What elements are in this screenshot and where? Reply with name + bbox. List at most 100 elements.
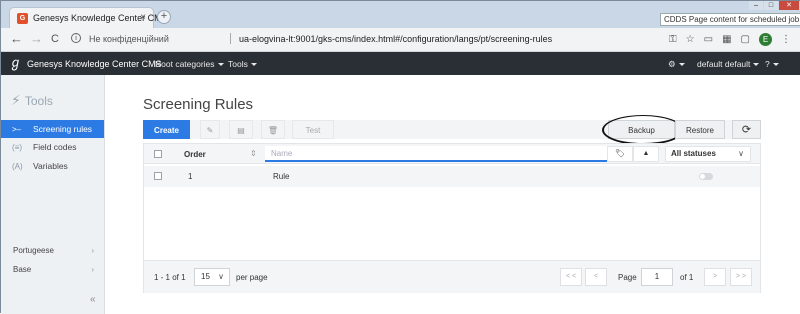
sidebar: ⚡ Tools >– Screening rules (≡) Field codes … <box>1 75 105 314</box>
help-icon: ? <box>765 59 770 69</box>
first-page-button[interactable]: < < <box>560 268 582 286</box>
chevron-right-icon: › <box>91 246 94 255</box>
field-codes-icon: (≡) <box>12 143 22 152</box>
window-controls: – □ ✕ <box>748 1 799 11</box>
genesys-logo-icon[interactable]: ℊ <box>9 56 22 70</box>
user-menu[interactable]: default default <box>697 59 760 69</box>
menu-tools[interactable]: Tools <box>228 59 257 69</box>
row-checkbox[interactable] <box>154 172 162 180</box>
tab-title: Genesys Knowledge Center CMS <box>33 13 168 23</box>
column-order[interactable]: Order <box>184 150 206 159</box>
rules-table: Order ⇕ Name 🏷 ▲ All statuses ∨ 1 Rule 1 … <box>143 143 761 293</box>
sort-direction-button[interactable]: ▲ <box>633 146 659 162</box>
sidebar-item-label: Variables <box>33 161 68 171</box>
sidebar-item-screening-rules[interactable]: >– Screening rules <box>1 120 104 138</box>
chevron-down-icon <box>250 63 257 67</box>
chevron-right-icon: › <box>91 265 94 274</box>
row-order: 1 <box>188 172 193 181</box>
browser-toolbar: ← → C i Не конфіденційний ua-elogvina-lt… <box>1 28 800 52</box>
language-selector[interactable]: Portugeese › <box>1 242 104 260</box>
tab-close-icon[interactable]: × <box>140 12 146 23</box>
document-icon: ▤ <box>237 126 245 135</box>
browser-tab[interactable]: G Genesys Knowledge Center CMS × <box>9 7 168 28</box>
variables-icon: (A) <box>12 162 23 171</box>
help-menu[interactable]: ? <box>765 59 779 69</box>
screening-rules-icon: >– <box>12 125 22 134</box>
test-button[interactable]: Test <box>292 120 334 139</box>
tag-filter-button[interactable]: 🏷 <box>607 146 633 162</box>
table-header: Order ⇕ Name 🏷 ▲ All statuses ∨ <box>144 144 760 164</box>
refresh-button[interactable]: ⟳ <box>732 120 761 139</box>
gear-icon: ⚙ <box>668 59 676 69</box>
menu-root-categories[interactable]: Root categories <box>155 59 224 69</box>
star-icon[interactable]: ☆ <box>686 34 695 46</box>
maximize-button[interactable]: □ <box>764 1 778 10</box>
status-filter-select[interactable]: All statuses ∨ <box>665 146 751 162</box>
range-text: 1 - 1 of 1 <box>154 273 186 282</box>
pencil-icon: ✎ <box>206 126 214 135</box>
tag-icon: 🏷 <box>614 149 626 158</box>
next-page-button[interactable]: > <box>704 268 726 286</box>
select-all-checkbox[interactable] <box>154 150 162 158</box>
sidebar-item-field-codes[interactable]: (≡) Field codes <box>1 138 104 156</box>
address-bar[interactable]: i Не конфіденційний ua-elogvina-lt:9001/… <box>67 31 687 49</box>
menu-dots-icon[interactable]: ⋮ <box>781 34 791 46</box>
chevron-down-icon <box>753 63 760 67</box>
table-row[interactable]: 1 Rule <box>144 166 760 187</box>
sort-up-icon: ▲ <box>642 150 650 157</box>
tooltip: CDDS Page content for scheduled job - R&… <box>660 13 800 26</box>
reload-button[interactable]: C <box>51 32 59 46</box>
app-header: ℊ Genesys Knowledge Center CMS Root cate… <box>1 52 800 75</box>
minimize-button[interactable]: – <box>749 1 763 10</box>
status-toggle[interactable] <box>699 173 713 180</box>
sidebar-item-label: Screening rules <box>33 124 93 134</box>
forward-button[interactable]: → <box>30 32 43 46</box>
sidebar-title-text: Tools <box>24 94 53 108</box>
divider <box>230 33 231 44</box>
name-filter-input[interactable]: Name <box>265 146 607 162</box>
prev-page-button[interactable]: < <box>585 268 607 286</box>
base-selector[interactable]: Base › <box>1 261 104 279</box>
profile-avatar[interactable]: E <box>759 33 772 46</box>
page-number-input[interactable]: 1 <box>641 268 673 286</box>
restore-button[interactable]: Restore <box>675 120 725 139</box>
back-button[interactable]: ← <box>10 32 23 46</box>
url-text[interactable]: ua-elogvina-lt:9001/gks-cms/index.html#/… <box>239 34 552 44</box>
menu-label: Tools <box>228 59 248 69</box>
page-size-select[interactable]: 15 ∨ <box>194 268 230 286</box>
create-button[interactable]: Create <box>143 120 190 139</box>
chevron-down-icon: ∨ <box>738 149 744 158</box>
chevron-down-icon: ∨ <box>218 272 224 281</box>
edit-button[interactable]: ✎ <box>200 120 220 139</box>
sort-icon[interactable]: ⇕ <box>250 149 257 158</box>
tab-strip: G Genesys Knowledge Center CMS × + – □ ✕… <box>1 1 800 28</box>
chevron-down-icon <box>678 63 685 67</box>
highlight-circle <box>602 115 684 145</box>
close-window-button[interactable]: ✕ <box>779 1 799 10</box>
sidebar-item-variables[interactable]: (A) Variables <box>1 157 104 175</box>
key-icon[interactable]: ⚿ <box>669 34 677 46</box>
table-footer: 1 - 1 of 1 15 ∨ per page < < < Page 1 of … <box>144 260 760 293</box>
settings-menu[interactable]: ⚙ <box>668 59 685 70</box>
trash-icon: 🗑 <box>267 126 279 135</box>
chevron-down-icon <box>772 63 779 67</box>
page-total: of 1 <box>680 273 694 282</box>
favicon-icon: G <box>17 13 28 24</box>
cast-icon[interactable]: ▭ <box>704 34 713 46</box>
details-button[interactable]: ▤ <box>229 120 253 139</box>
base-label: Base <box>13 265 32 274</box>
app-brand[interactable]: Genesys Knowledge Center CMS <box>27 59 162 69</box>
status-filter-value: All statuses <box>671 149 716 158</box>
delete-button[interactable]: 🗑 <box>261 120 285 139</box>
collapse-sidebar-icon[interactable]: « <box>90 294 96 305</box>
info-icon[interactable]: i <box>71 33 81 43</box>
window-icon[interactable]: ▢ <box>741 34 750 46</box>
language-label: Portugeese <box>13 246 54 255</box>
last-page-button[interactable]: > > <box>730 268 752 286</box>
new-tab-button[interactable]: + <box>157 10 171 24</box>
menu-label: Root categories <box>155 59 215 69</box>
page-label: Page <box>618 273 637 282</box>
page-size-value: 15 <box>201 272 210 281</box>
browser-window: G Genesys Knowledge Center CMS × + – □ ✕… <box>0 0 800 314</box>
extension-icon[interactable]: ▦ <box>722 34 731 46</box>
